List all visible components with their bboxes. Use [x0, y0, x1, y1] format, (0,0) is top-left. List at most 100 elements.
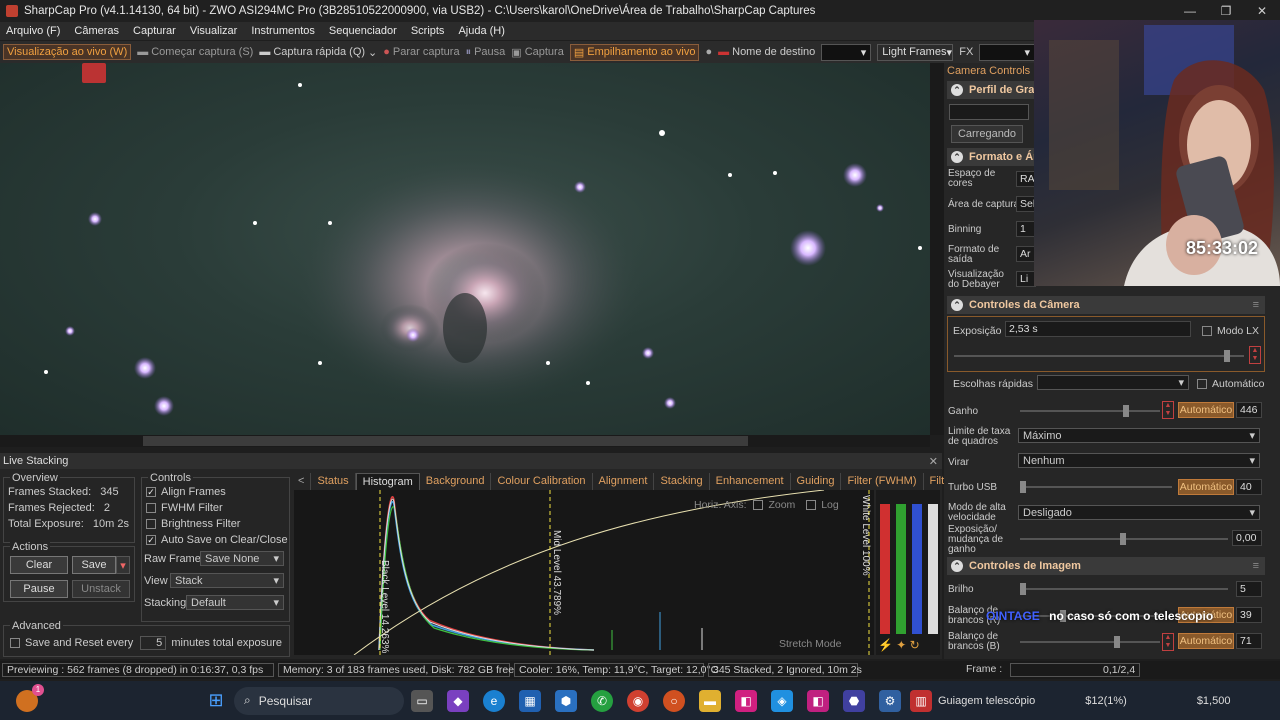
chrome-icon[interactable]: ◉	[627, 689, 649, 712]
ganho-value[interactable]: 446	[1236, 402, 1262, 418]
menu-icon[interactable]: ≡	[1253, 560, 1259, 572]
target-name-dropdown[interactable]: ▾	[821, 43, 872, 61]
close-button[interactable]: ✕	[1244, 0, 1280, 22]
brilho-slider[interactable]	[1020, 583, 1228, 595]
unstack-button[interactable]: Unstack	[72, 580, 130, 598]
maximize-button[interactable]: ❐	[1208, 0, 1244, 22]
scrollbar-thumb[interactable]	[143, 436, 748, 446]
tab-enhancement[interactable]: Enhancement	[710, 473, 791, 490]
tab-alignment[interactable]: Alignment	[593, 473, 655, 490]
log-checkbox[interactable]	[806, 500, 817, 511]
app-blue-icon[interactable]: ◈	[771, 689, 793, 712]
app-pink-icon[interactable]: ◧	[735, 689, 757, 712]
copilot-icon[interactable]: ◆	[447, 689, 469, 712]
tab-scroll-left[interactable]: <	[292, 473, 312, 490]
binning-value[interactable]: 1	[1016, 221, 1036, 237]
align-frames-checkbox[interactable]: ✓	[146, 487, 156, 498]
turbo-slider-knob[interactable]	[1020, 481, 1026, 493]
menu-instrumentos[interactable]: Instrumentos	[251, 25, 315, 37]
fwhm-filter-checkbox[interactable]	[146, 503, 156, 514]
clear-button[interactable]: Clear	[10, 556, 68, 574]
exposicao-mudanca-knob[interactable]	[1120, 533, 1126, 545]
exposicao-input[interactable]: 2,53 s	[1005, 321, 1191, 337]
raw-frames-select[interactable]: Save None ▾	[200, 551, 284, 566]
tab-stacking[interactable]: Stacking	[654, 473, 710, 490]
bookmark-icon[interactable]	[82, 63, 106, 83]
save-reset-input[interactable]: 5	[140, 636, 167, 650]
app-icon[interactable]: ⬢	[555, 689, 577, 712]
exposure-spinner[interactable]: ▲ ▼	[1249, 346, 1261, 364]
stacking-select[interactable]: Default ▾	[186, 595, 284, 610]
limite-select[interactable]: Máximo ▾	[1018, 428, 1260, 443]
green-slider[interactable]	[896, 504, 906, 634]
whatsapp-icon[interactable]: ✆	[591, 689, 613, 712]
auto-save-checkbox[interactable]: ✓	[146, 535, 156, 546]
ganho-slider[interactable]	[1020, 405, 1160, 417]
save-reset-checkbox[interactable]	[10, 638, 20, 648]
stop-capture-button[interactable]: ● Parar captura	[383, 46, 459, 58]
exposicao-mudanca-slider[interactable]	[1020, 533, 1228, 545]
blue-slider[interactable]	[912, 504, 922, 634]
modo-alta-select[interactable]: Desligado ▾	[1018, 505, 1260, 520]
menu-arquivo[interactable]: Arquivo (F)	[6, 25, 60, 37]
brilho-value[interactable]: 5	[1236, 581, 1262, 597]
histogram-area[interactable]: Black Level 14.263% Mid Level 43.789% Wh…	[294, 490, 874, 655]
ganho-slider-knob[interactable]	[1123, 405, 1129, 417]
store-icon[interactable]: ▦	[519, 689, 541, 712]
red-slider[interactable]	[880, 504, 890, 634]
virar-select[interactable]: Nenhum ▾	[1018, 453, 1260, 468]
pause-stack-button[interactable]: Pause	[10, 580, 68, 598]
turbo-value[interactable]: 40	[1236, 479, 1262, 495]
carregando-button[interactable]: Carregando	[951, 125, 1023, 143]
app-magenta-icon[interactable]: ◧	[807, 689, 829, 712]
task-view-icon[interactable]: ▭	[411, 689, 433, 712]
tab-filter-fwhm[interactable]: Filter (FWHM)	[841, 473, 924, 490]
save-button[interactable]: Save	[72, 556, 116, 574]
balanco-b-spinner[interactable]: ▲ ▼	[1162, 633, 1174, 651]
auto-stretch-icon[interactable]: ⚡ ✦ ↻	[878, 638, 920, 652]
escolhas-select[interactable]: ▾	[1037, 375, 1189, 390]
exposure-slider[interactable]	[954, 350, 1244, 362]
area-value[interactable]: Sele	[1016, 196, 1041, 212]
active-app-item[interactable]: ▥ Guiagem telescópio	[908, 689, 1035, 712]
edge-icon[interactable]: e	[483, 689, 505, 712]
tab-status[interactable]: Status	[311, 473, 356, 490]
profile-select[interactable]	[949, 104, 1029, 120]
white-slider[interactable]	[928, 504, 938, 634]
close-icon[interactable]: ✕	[929, 455, 938, 468]
menu-icon[interactable]: ≡	[1253, 299, 1259, 311]
menu-visualizar[interactable]: Visualizar	[190, 25, 238, 37]
windows-start-icon[interactable]: ⊞	[205, 690, 227, 712]
ganho-spinner[interactable]: ▲ ▼	[1162, 401, 1174, 419]
balanco-b-auto-button[interactable]: Automático	[1178, 633, 1234, 649]
brightness-filter-checkbox[interactable]	[146, 519, 156, 530]
formato-saida-value[interactable]: Ar	[1016, 246, 1036, 262]
capture-button[interactable]: ▣ Captura	[511, 46, 564, 59]
origin-icon[interactable]: ○	[663, 689, 685, 712]
horizontal-scrollbar[interactable]	[0, 435, 930, 447]
exposure-slider-knob[interactable]	[1224, 350, 1230, 362]
vertical-scrollbar[interactable]	[930, 63, 944, 435]
pause-button[interactable]: ⏸ Pausa	[466, 46, 506, 59]
zoom-checkbox[interactable]	[753, 500, 764, 511]
ganho-auto-button[interactable]: Automático	[1178, 402, 1234, 418]
debayer-value[interactable]: Li	[1016, 271, 1036, 287]
taskbar-search[interactable]: ⌕ Pesquisar	[234, 686, 404, 715]
menu-ajuda[interactable]: Ajuda (H)	[458, 25, 504, 37]
tab-colour-calibration[interactable]: Colour Calibration	[491, 473, 593, 490]
view-select[interactable]: Stack ▾	[170, 573, 284, 588]
folder-icon[interactable]: ▬	[699, 689, 721, 712]
balanco-r-value[interactable]: 39	[1236, 607, 1262, 623]
section-controles-imagem[interactable]: ⌃ Controles de Imagem ≡	[947, 557, 1265, 575]
balanco-b-value[interactable]: 71	[1236, 633, 1262, 649]
fx-dropdown[interactable]: ▾	[979, 43, 1035, 61]
app-purple-icon[interactable]: ⬣	[843, 689, 865, 712]
tab-histogram[interactable]: Histogram	[355, 473, 420, 490]
exposicao-mudanca-value[interactable]: 0,00	[1232, 530, 1262, 546]
menu-cameras[interactable]: Câmeras	[74, 25, 119, 37]
balanco-b-slider[interactable]	[1020, 636, 1160, 648]
tab-guiding[interactable]: Guiding	[791, 473, 842, 490]
turbo-slider[interactable]	[1020, 481, 1172, 493]
weather-icon[interactable]: 1	[16, 683, 44, 712]
frame-type-dropdown[interactable]: Light Frames ▾	[877, 43, 954, 61]
